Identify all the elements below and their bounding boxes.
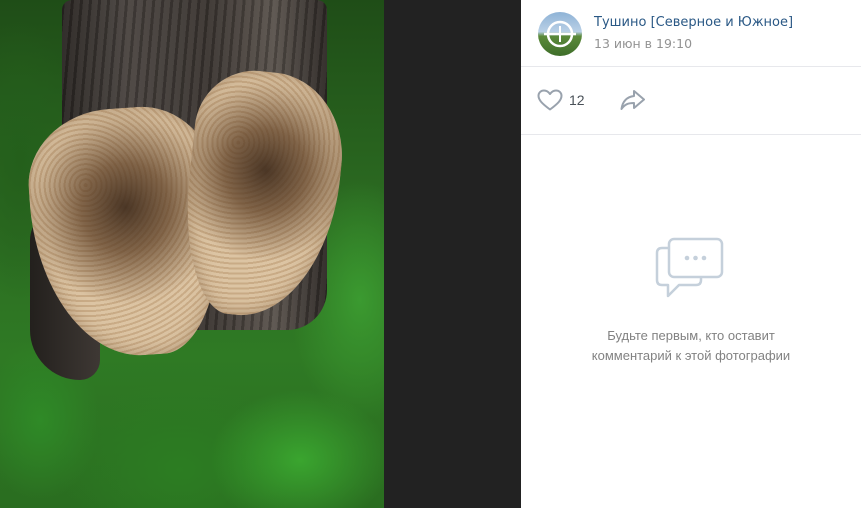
empty-comments-text: Будьте первым, кто оставит комментарий к… xyxy=(521,326,861,366)
post-header: Тушино [Северное и Южное] 13 июн в 19:10 xyxy=(521,0,861,67)
like-count: 12 xyxy=(569,92,585,108)
group-avatar-icon[interactable] xyxy=(538,12,582,56)
post-date[interactable]: 13 июн в 19:10 xyxy=(594,36,692,51)
post-side-panel: Тушино [Северное и Южное] 13 июн в 19:10… xyxy=(521,0,861,508)
group-name-link[interactable]: Тушино [Северное и Южное] xyxy=(594,15,793,30)
photo-viewer xyxy=(0,0,521,508)
share-arrow-icon xyxy=(620,90,645,110)
empty-comments-line2: комментарий к этой фотографии xyxy=(591,348,791,363)
like-button[interactable]: 12 xyxy=(537,87,585,113)
empty-comments-line1: Будьте первым, кто оставит xyxy=(607,328,775,343)
comments-icon xyxy=(655,237,724,298)
post-actions: 12 xyxy=(521,67,861,135)
empty-comments-placeholder: Будьте первым, кто оставит комментарий к… xyxy=(521,236,861,366)
share-button[interactable] xyxy=(619,88,647,112)
post-photo[interactable] xyxy=(0,0,384,508)
heart-icon xyxy=(537,89,563,111)
